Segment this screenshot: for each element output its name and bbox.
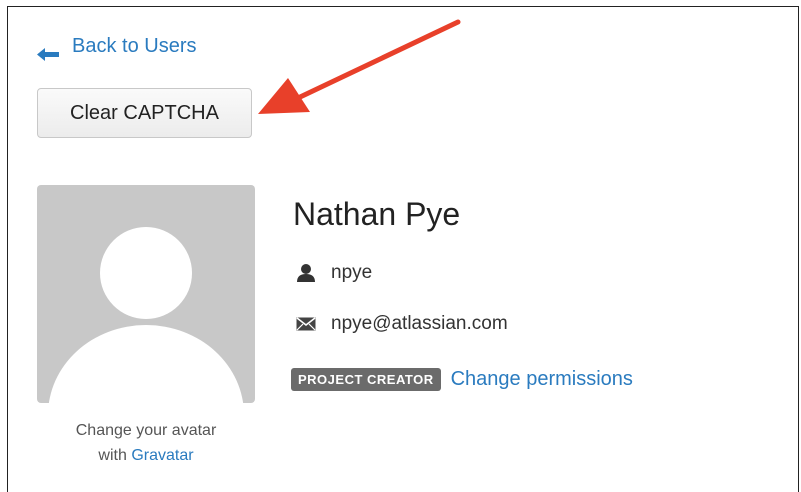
avatar[interactable] xyxy=(37,185,255,403)
email-value: npye@atlassian.com xyxy=(331,313,508,334)
back-to-users-label: Back to Users xyxy=(72,34,197,57)
role-row: PROJECT CREATOR Change permissions xyxy=(291,368,633,391)
back-to-users-link[interactable]: Back to Users xyxy=(37,33,197,61)
username-value: npye xyxy=(331,262,373,283)
role-badge: PROJECT CREATOR xyxy=(291,368,441,391)
avatar-caption: Change your avatar with Gravatar xyxy=(37,418,255,468)
username-row: npye xyxy=(295,262,372,284)
default-avatar-icon xyxy=(48,227,244,403)
avatar-caption-line1: Change your avatar xyxy=(75,422,217,439)
person-icon xyxy=(295,263,317,283)
red-arrow-annotation xyxy=(258,19,461,114)
user-full-name: Nathan Pye xyxy=(293,196,461,232)
change-permissions-link[interactable]: Change permissions xyxy=(451,368,633,391)
email-row: npye@atlassian.com xyxy=(295,313,508,335)
clear-captcha-button[interactable]: Clear CAPTCHA xyxy=(37,88,252,138)
back-arrow-icon xyxy=(37,45,59,61)
gravatar-link[interactable]: Gravatar xyxy=(131,447,193,464)
avatar-caption-prefix: with xyxy=(98,447,132,464)
envelope-icon xyxy=(295,317,317,331)
